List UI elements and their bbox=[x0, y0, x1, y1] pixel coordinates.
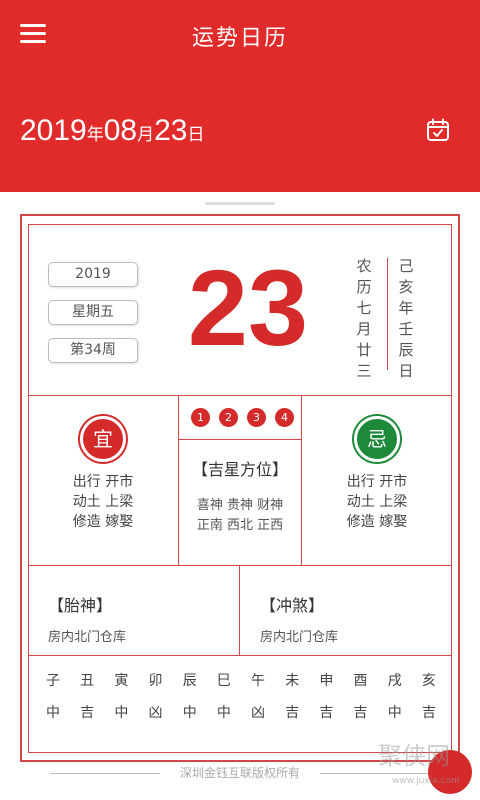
luck-cell: 中 bbox=[387, 705, 402, 721]
branch-cell: 戌 bbox=[387, 673, 402, 689]
ganzhi-date: 己 亥 年 壬 辰 日 bbox=[396, 256, 416, 382]
luck-cell: 凶 bbox=[251, 705, 266, 721]
ji-line: 出行 开市 bbox=[346, 474, 408, 490]
branch-cell: 辰 bbox=[182, 673, 197, 689]
lunar-char: 农 bbox=[356, 257, 372, 275]
lunar-char: 历 bbox=[356, 278, 372, 296]
ganzhi-char: 亥 bbox=[398, 278, 414, 296]
chongsha-title: 【冲煞】 bbox=[260, 596, 325, 615]
watermark-text: 聚侠网 bbox=[378, 742, 450, 770]
watermark-url: www.juxia.com bbox=[392, 776, 460, 786]
current-date: 2019年08月23日 bbox=[20, 114, 205, 148]
week-number-pill: 第34周 bbox=[48, 338, 138, 363]
lunar-date: 农 历 七 月 廿 三 bbox=[354, 256, 374, 382]
directions-title: 【吉星方位】 bbox=[191, 460, 288, 479]
ganzhi-char: 壬 bbox=[398, 320, 414, 338]
luck-cell: 吉 bbox=[421, 705, 436, 721]
branch-cell: 卯 bbox=[148, 673, 163, 689]
yi-panel: 宜 出行 开市 动土 上梁 修造 嫁娶 bbox=[28, 396, 178, 566]
chongsha-text: 房内北门仓库 bbox=[260, 630, 339, 645]
chongsha-panel: 【冲煞】 房内北门仓库 bbox=[240, 566, 452, 656]
hour-luck-table: 子 丑 寅 卯 辰 巳 午 未 申 酉 戌 亥 中 吉 中 凶 中 中 凶 吉 … bbox=[28, 666, 452, 726]
yi-line: 出行 开市 bbox=[72, 474, 134, 490]
date-year-unit: 年 bbox=[86, 125, 104, 145]
app-title: 运势日历 bbox=[191, 26, 288, 51]
directions-line: 喜神 贵神 财神 bbox=[196, 498, 284, 513]
branch-cell: 未 bbox=[285, 673, 300, 689]
yi-ji-section: 宜 出行 开市 动土 上梁 修造 嫁娶 1 2 3 4 【吉星方位】 喜神 贵神… bbox=[28, 396, 452, 566]
number-tab-3[interactable]: 3 bbox=[247, 408, 266, 427]
luck-cell: 凶 bbox=[148, 705, 163, 721]
big-day-number: 23 bbox=[187, 247, 309, 368]
taishen-title: 【胎神】 bbox=[48, 596, 113, 615]
yi-list: 出行 开市 动土 上梁 修造 嫁娶 bbox=[28, 472, 178, 532]
ganzhi-char: 己 bbox=[398, 257, 414, 275]
taishen-panel: 【胎神】 房内北门仓库 bbox=[28, 566, 240, 656]
drag-handle[interactable] bbox=[205, 202, 275, 205]
taishen-chongsha-section: 【胎神】 房内北门仓库 【冲煞】 房内北门仓库 bbox=[28, 566, 452, 656]
date-month: 08 bbox=[103, 114, 138, 147]
ganzhi-char: 年 bbox=[398, 299, 414, 317]
lunar-divider bbox=[387, 258, 388, 370]
branch-cell: 午 bbox=[251, 673, 266, 689]
date-year: 2019 bbox=[20, 114, 87, 147]
auspicious-directions-panel: 1 2 3 4 【吉星方位】 喜神 贵神 财神 正南 西北 正西 bbox=[178, 396, 302, 566]
ganzhi-char: 日 bbox=[398, 362, 414, 380]
yi-line: 修造 嫁娶 bbox=[72, 514, 134, 530]
directions-line: 正南 西北 正西 bbox=[196, 518, 284, 533]
branch-cell: 寅 bbox=[114, 673, 129, 689]
taishen-text: 房内北门仓库 bbox=[48, 630, 127, 645]
branch-cell: 亥 bbox=[421, 673, 436, 689]
branch-cell: 丑 bbox=[80, 673, 95, 689]
luck-cell: 吉 bbox=[285, 705, 300, 721]
date-summary: 2019 星期五 第34周 23 农 历 七 月 廿 三 己 亥 年 壬 辰 日 bbox=[28, 224, 452, 396]
number-tab-1[interactable]: 1 bbox=[191, 408, 210, 427]
luck-cell: 吉 bbox=[80, 705, 95, 721]
ji-list: 出行 开市 动土 上梁 修造 嫁娶 bbox=[302, 472, 452, 532]
directions-list: 喜神 贵神 财神 正南 西北 正西 bbox=[179, 496, 301, 536]
ji-badge: 忌 bbox=[354, 416, 400, 462]
yi-line: 动土 上梁 bbox=[72, 494, 134, 510]
luck-row: 中 吉 中 凶 中 中 凶 吉 吉 吉 中 吉 bbox=[46, 702, 436, 722]
weekday-pill: 星期五 bbox=[48, 300, 138, 325]
calendar-check-icon[interactable] bbox=[426, 118, 450, 142]
number-tabs: 1 2 3 4 bbox=[179, 396, 301, 440]
lunar-char: 月 bbox=[356, 320, 372, 338]
app-header: 运势日历 2019年08月23日 bbox=[0, 0, 480, 192]
year-pill: 2019 bbox=[48, 262, 138, 287]
branch-cell: 酉 bbox=[353, 673, 368, 689]
branch-cell: 子 bbox=[46, 673, 60, 689]
lunar-char: 七 bbox=[356, 299, 372, 317]
number-tab-4[interactable]: 4 bbox=[275, 408, 294, 427]
number-tab-2[interactable]: 2 bbox=[219, 408, 238, 427]
branch-cell: 巳 bbox=[216, 673, 231, 689]
luck-cell: 吉 bbox=[353, 705, 368, 721]
luck-cell: 中 bbox=[182, 705, 197, 721]
ganzhi-char: 辰 bbox=[398, 341, 414, 359]
ji-line: 动土 上梁 bbox=[346, 494, 408, 510]
luck-cell: 中 bbox=[114, 705, 129, 721]
date-day: 23 bbox=[154, 114, 188, 147]
luck-cell: 中 bbox=[216, 705, 231, 721]
date-month-unit: 月 bbox=[137, 125, 155, 145]
lunar-char: 三 bbox=[356, 362, 372, 380]
yi-badge: 宜 bbox=[80, 416, 126, 462]
luck-cell: 中 bbox=[46, 705, 60, 721]
date-day-unit: 日 bbox=[187, 125, 205, 145]
ji-panel: 忌 出行 开市 动土 上梁 修造 嫁娶 bbox=[302, 396, 452, 566]
ji-line: 修造 嫁娶 bbox=[346, 514, 408, 530]
branch-row: 子 丑 寅 卯 辰 巳 午 未 申 酉 戌 亥 bbox=[46, 670, 436, 690]
lunar-char: 廿 bbox=[356, 341, 372, 359]
branch-cell: 申 bbox=[319, 673, 334, 689]
luck-cell: 吉 bbox=[319, 705, 334, 721]
